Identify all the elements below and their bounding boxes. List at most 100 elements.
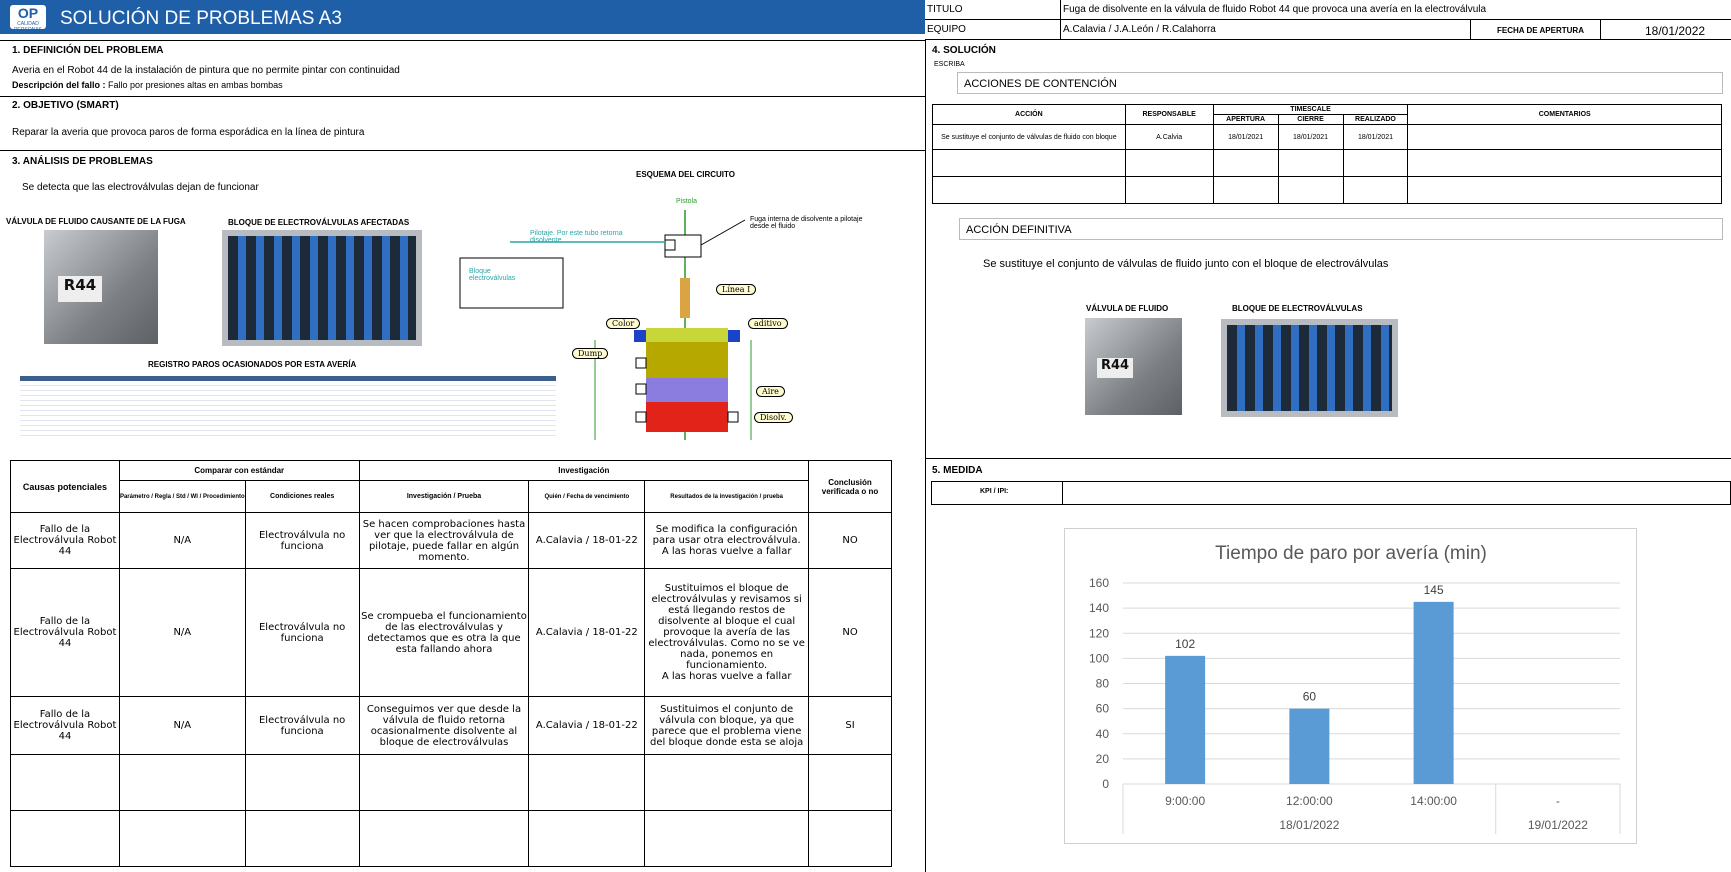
sol-block-caption: BLOQUE DE ELECTROVÁLVULAS: [1232, 304, 1363, 313]
fuga-label: Fuga interna de disolvente a pilotaje de…: [750, 216, 863, 230]
logo: OP CALIDAD PERSONAS: [10, 5, 46, 33]
chart-title: Tiempo de paro por avería (min): [1215, 543, 1487, 564]
h-quien: Quién / Fecha de vencimiento: [528, 480, 646, 513]
valve-caption: VÁLVULA DE FLUIDO CAUSANTE DE LA FUGA: [6, 217, 186, 226]
section1-text: Averia en el Robot 44 de la instalación …: [12, 65, 400, 76]
linea-label: Línea I: [716, 284, 757, 295]
sol-valve-photo: R44: [1085, 318, 1182, 415]
y-tick-label: 120: [1089, 626, 1109, 640]
info-grid: TITULO Fuga de disolvente en la válvula …: [925, 0, 1731, 40]
contencion-title: ACCIONES DE CONTENCIÓN: [957, 72, 1723, 94]
section3-heading: 3. ANÁLISIS DE PROBLEMAS: [12, 156, 153, 167]
h-conclusion: Conclusión verificada o no: [808, 460, 892, 513]
h-realizado: REALIZADO: [1342, 114, 1409, 125]
cell-inv: Conseguimos ver que desde la válvula de …: [358, 696, 530, 755]
bar: [1289, 708, 1330, 784]
h-investigacion: Investigación: [358, 460, 810, 481]
data-label: 102: [1175, 637, 1195, 651]
h-accion: ACCIÓN: [932, 104, 1126, 125]
table-row: [932, 149, 1722, 177]
bar: [1413, 601, 1454, 784]
x-tick-label: 14:00:00: [1410, 794, 1457, 808]
cell-param: N/A: [118, 696, 246, 755]
bloque-label: Bloque electroválvulas: [469, 268, 516, 282]
section3-text: Se detecta que las electroválvulas dejan…: [22, 182, 259, 193]
h-cond: Condiciones reales: [244, 480, 360, 513]
disolv-label: Disolv.: [754, 412, 793, 423]
h-result: Resultados de la investigación / prueba: [644, 480, 810, 513]
section5-heading: 5. MEDIDA: [932, 465, 983, 476]
fecha-label: FECHA DE APERTURA: [1497, 26, 1584, 35]
block-photo: [222, 230, 422, 346]
cell-result: Sustituimos el bloque de electroválvulas…: [644, 568, 810, 697]
cell-inv: Se crompueba el funcionamiento de las el…: [358, 568, 530, 697]
aditivo-label: aditivo: [748, 318, 788, 329]
divider: [925, 458, 1731, 459]
h-coment: COMENTARIOS: [1407, 104, 1722, 125]
table-row: Fallo de la Electroválvula Robot 44 N/A …: [10, 568, 892, 697]
cell-param: N/A: [118, 512, 246, 569]
pistola-label: Pistola: [676, 198, 698, 205]
cell-coment: [1407, 124, 1722, 150]
equipo-value: A.Calavia / J.A.León / R.Calahorra: [1063, 24, 1216, 35]
h-param: Parámetro / Regla / Std / WI / Procedimi…: [118, 480, 246, 513]
h-cierre: CIERRE: [1277, 114, 1344, 125]
pilotaje-label: Pilotaje. Por este tubo retorna disolven…: [530, 230, 623, 244]
h-timescale: TIMESCALE: [1212, 104, 1409, 115]
cell-concl: NO: [808, 568, 892, 697]
y-tick-label: 160: [1089, 576, 1109, 590]
circuit-diagram: [459, 210, 752, 440]
cell-cond: Electroválvula no funciona: [244, 696, 360, 755]
y-tick-label: 60: [1096, 702, 1110, 716]
registro-caption: REGISTRO PAROS OCASIONADOS POR ESTA AVER…: [148, 360, 357, 369]
aire-label: Aire: [756, 386, 785, 397]
cell-concl: SI: [808, 696, 892, 755]
cell-apertura: 18/01/2021: [1212, 124, 1279, 150]
table-row: Fallo de la Electroválvula Robot 44 N/A …: [10, 512, 892, 569]
definitiva-title: ACCIÓN DEFINITIVA: [959, 218, 1723, 240]
titulo-label: TITULO: [927, 4, 963, 15]
cell-causa: Fallo de la Electroválvula Robot 44: [10, 568, 120, 697]
cell-realizado: 18/01/2021: [1342, 124, 1409, 150]
group-label: 18/01/2022: [1279, 818, 1339, 832]
section1-heading: 1. DEFINICIÓN DEL PROBLEMA: [12, 45, 164, 56]
h-inv: Investigación / Prueba: [358, 480, 530, 513]
equipo-label: EQUIPO: [927, 24, 966, 35]
cell-inv: Se hacen comprobaciones hasta ver que la…: [358, 512, 530, 569]
definitiva-text: Se sustituye el conjunto de válvulas de …: [983, 258, 1389, 270]
fecha-value: 18/01/2022: [1645, 24, 1706, 38]
y-tick-label: 80: [1096, 677, 1110, 691]
cell-cond: Electroválvula no funciona: [244, 512, 360, 569]
h-resp: RESPONSABLE: [1124, 104, 1214, 125]
page-title: SOLUCIÓN DE PROBLEMAS A3: [60, 8, 342, 29]
group-label: 19/01/2022: [1528, 818, 1588, 832]
data-label: 145: [1424, 583, 1444, 597]
cell-result: Sustituimos el conjunto de válvula con b…: [644, 696, 810, 755]
data-label: 60: [1303, 690, 1317, 704]
table-row: [10, 754, 892, 811]
section4-heading: 4. SOLUCIÓN: [932, 45, 996, 56]
kpi-label: KPI / IPI:: [980, 488, 1009, 495]
cell-result: Se modifica la configuración para usar o…: [644, 512, 810, 569]
cell-accion: Se sustituye el conjunto de válvulas de …: [932, 124, 1126, 150]
esquema-title: ESQUEMA DEL CIRCUITO: [636, 170, 735, 179]
divider: [0, 40, 925, 41]
y-tick-label: 40: [1096, 727, 1110, 741]
block-caption: BLOQUE DE ELECTROVÁLVULAS AFECTADAS: [228, 218, 410, 227]
section2-text: Reparar la averia que provoca paros de f…: [12, 127, 365, 138]
cell-cond: Electroválvula no funciona: [244, 568, 360, 697]
actions-table: ACCIÓN RESPONSABLE TIMESCALE COMENTARIOS…: [932, 104, 1722, 204]
h-causas: Causas potenciales: [10, 460, 120, 513]
table-row: [10, 810, 892, 867]
cell-param: N/A: [118, 568, 246, 697]
divider: [0, 150, 925, 151]
cell-quien: A.Calavia / 18-01-22: [528, 568, 646, 697]
bar: [1165, 655, 1206, 784]
color-label: Color: [606, 318, 641, 329]
cell-concl: NO: [808, 512, 892, 569]
column-divider: [925, 40, 926, 872]
sol-valve-caption: VÁLVULA DE FLUIDO: [1086, 304, 1169, 313]
x-tick-label: 9:00:00: [1165, 794, 1205, 808]
causes-table: Causas potenciales Comparar con estándar…: [10, 460, 892, 867]
x-tick-label: -: [1556, 794, 1560, 808]
